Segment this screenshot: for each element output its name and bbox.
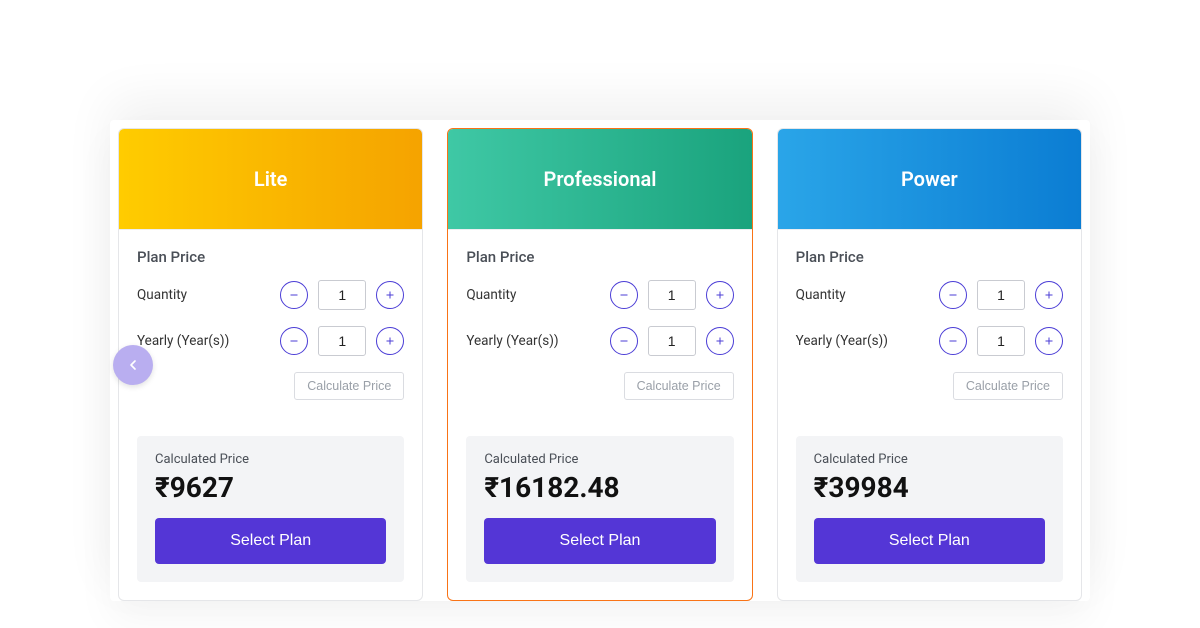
minus-icon[interactable] xyxy=(939,327,967,355)
yearly-label: Yearly (Year(s)) xyxy=(466,333,609,349)
plan-price-label: Plan Price xyxy=(466,248,733,266)
yearly-row: Yearly (Year(s)) xyxy=(796,326,1063,356)
calculated-price-value: ₹16182.48 xyxy=(484,471,715,504)
minus-icon[interactable] xyxy=(610,281,638,309)
quantity-label: Quantity xyxy=(466,287,609,303)
quantity-row: Quantity xyxy=(796,280,1063,310)
calculated-price-box: Calculated Price ₹39984 Select Plan xyxy=(796,436,1063,582)
plus-icon[interactable] xyxy=(1035,281,1063,309)
calculated-price-label: Calculated Price xyxy=(484,452,715,467)
plan-body: Plan Price Quantity Yearly (Year(s)) Ca xyxy=(448,229,751,436)
yearly-stepper xyxy=(280,326,404,356)
calculated-price-label: Calculated Price xyxy=(155,452,386,467)
minus-icon[interactable] xyxy=(280,327,308,355)
calculated-price-box: Calculated Price ₹16182.48 Select Plan xyxy=(466,436,733,582)
yearly-stepper xyxy=(939,326,1063,356)
quantity-input[interactable] xyxy=(648,280,696,310)
calculated-price-box: Calculated Price ₹9627 Select Plan xyxy=(137,436,404,582)
calculated-price-value: ₹39984 xyxy=(814,471,1045,504)
minus-icon[interactable] xyxy=(939,281,967,309)
plus-icon[interactable] xyxy=(706,281,734,309)
quantity-label: Quantity xyxy=(137,287,280,303)
yearly-stepper xyxy=(610,326,734,356)
plan-title: Professional xyxy=(448,129,751,229)
yearly-row: Yearly (Year(s)) xyxy=(137,326,404,356)
yearly-input[interactable] xyxy=(977,326,1025,356)
quantity-stepper xyxy=(280,280,404,310)
yearly-row: Yearly (Year(s)) xyxy=(466,326,733,356)
plan-price-label: Plan Price xyxy=(796,248,1063,266)
calculate-price-button[interactable]: Calculate Price xyxy=(953,372,1063,400)
plan-title: Power xyxy=(778,129,1081,229)
select-plan-button[interactable]: Select Plan xyxy=(155,518,386,564)
plus-icon[interactable] xyxy=(706,327,734,355)
plan-card-professional: Professional Plan Price Quantity Yearly … xyxy=(447,128,752,601)
calculate-price-button[interactable]: Calculate Price xyxy=(294,372,404,400)
quantity-label: Quantity xyxy=(796,287,939,303)
yearly-label: Yearly (Year(s)) xyxy=(796,333,939,349)
quantity-stepper xyxy=(939,280,1063,310)
plus-icon[interactable] xyxy=(1035,327,1063,355)
yearly-input[interactable] xyxy=(318,326,366,356)
quantity-row: Quantity xyxy=(466,280,733,310)
back-button[interactable] xyxy=(113,345,153,385)
plan-card-power: Power Plan Price Quantity Yearly (Year(s… xyxy=(777,128,1082,601)
plan-body: Plan Price Quantity Yearly (Year(s)) Ca xyxy=(778,229,1081,436)
select-plan-button[interactable]: Select Plan xyxy=(814,518,1045,564)
pricing-cards: Lite Plan Price Quantity Yearly (Year(s)… xyxy=(110,120,1090,601)
plan-price-label: Plan Price xyxy=(137,248,404,266)
yearly-label: Yearly (Year(s)) xyxy=(137,333,280,349)
plan-body: Plan Price Quantity Yearly (Year(s)) Ca xyxy=(119,229,422,436)
calculated-price-label: Calculated Price xyxy=(814,452,1045,467)
minus-icon[interactable] xyxy=(610,327,638,355)
plan-card-lite: Lite Plan Price Quantity Yearly (Year(s)… xyxy=(118,128,423,601)
select-plan-button[interactable]: Select Plan xyxy=(484,518,715,564)
quantity-row: Quantity xyxy=(137,280,404,310)
quantity-input[interactable] xyxy=(977,280,1025,310)
calculate-price-button[interactable]: Calculate Price xyxy=(624,372,734,400)
plan-title: Lite xyxy=(119,129,422,229)
yearly-input[interactable] xyxy=(648,326,696,356)
quantity-input[interactable] xyxy=(318,280,366,310)
calculated-price-value: ₹9627 xyxy=(155,471,386,504)
plus-icon[interactable] xyxy=(376,281,404,309)
minus-icon[interactable] xyxy=(280,281,308,309)
quantity-stepper xyxy=(610,280,734,310)
plus-icon[interactable] xyxy=(376,327,404,355)
